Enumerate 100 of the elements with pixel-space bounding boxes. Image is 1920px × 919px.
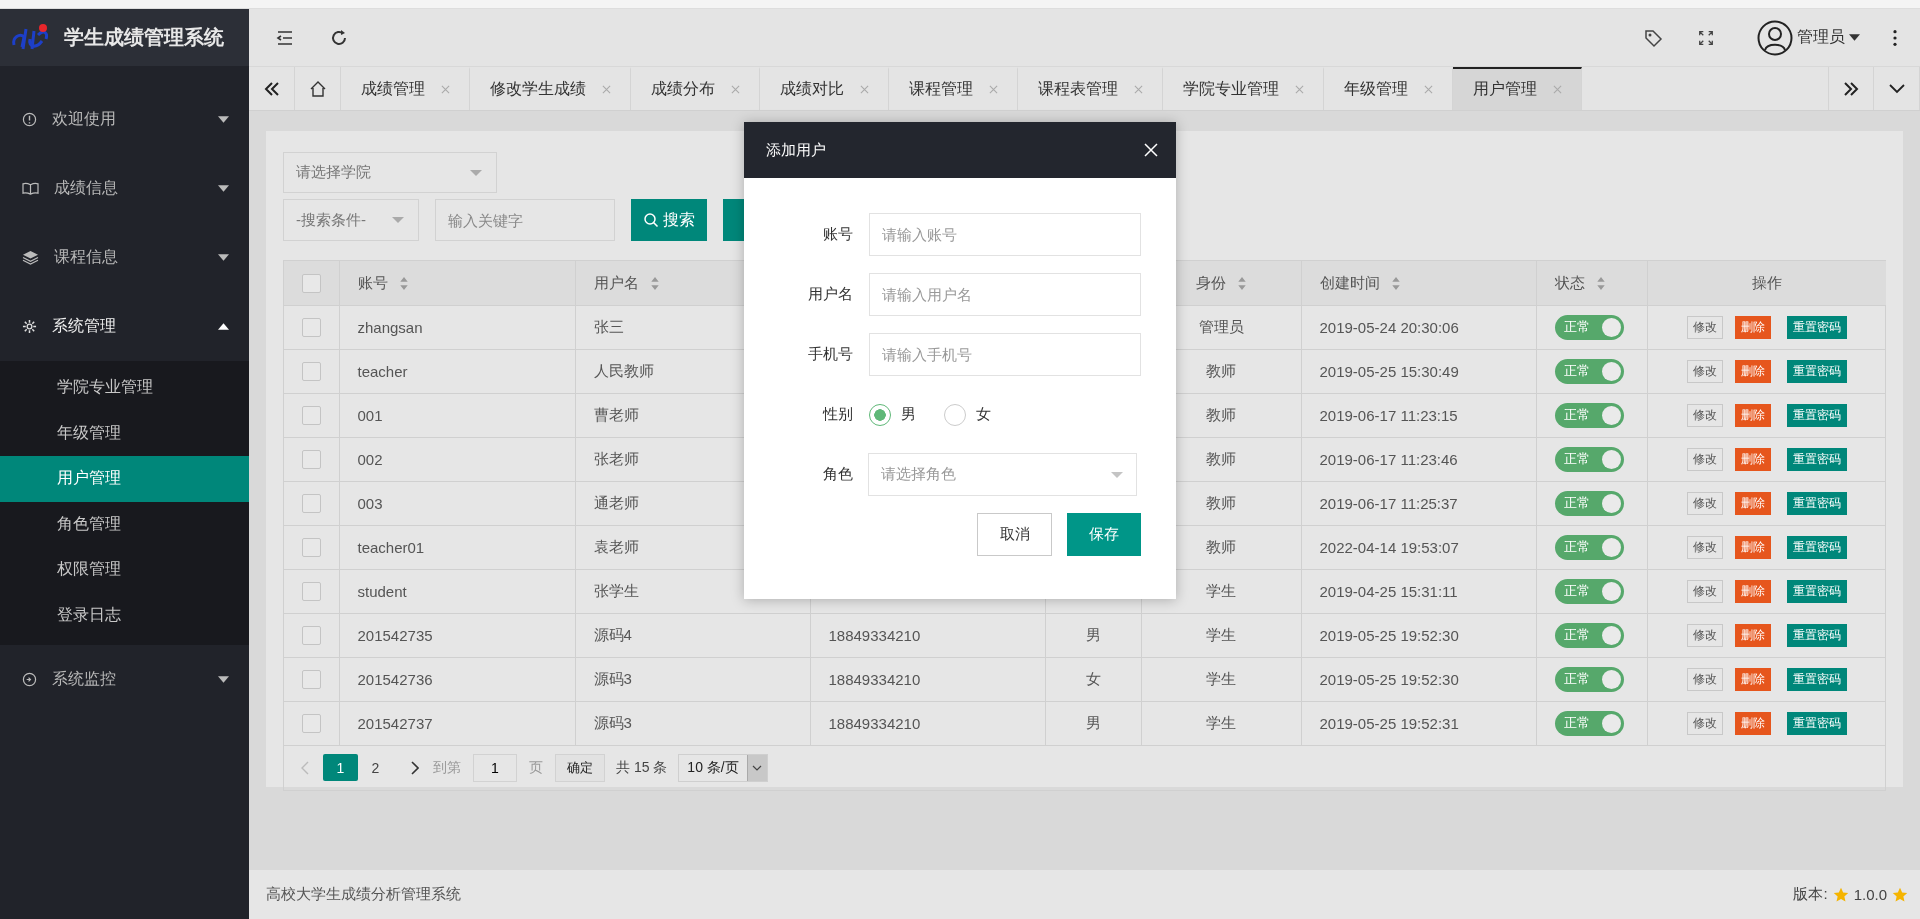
reset-button[interactable]: 重置密码 — [1786, 711, 1847, 735]
cancel-button[interactable]: 取消 — [977, 513, 1052, 556]
checkbox[interactable] — [301, 713, 321, 733]
more-icon[interactable] — [1892, 28, 1898, 47]
submenu-item[interactable]: 年级管理 — [0, 410, 249, 456]
column-header[interactable]: 身份 — [1196, 273, 1226, 291]
field-label: 性别 — [821, 405, 854, 424]
menu-item[interactable]: 系统管理 — [0, 292, 249, 361]
fullscreen-icon[interactable] — [1697, 28, 1715, 47]
page-field[interactable]: 1 — [473, 753, 517, 782]
input-field[interactable]: 请输入用户名 — [869, 273, 1141, 316]
submenu-item[interactable]: 用户管理 — [0, 456, 249, 502]
delete-button[interactable]: 删除 — [1734, 623, 1771, 647]
menu-item[interactable]: 课程信息 — [0, 223, 249, 292]
reset-button[interactable]: 重置密码 — [1786, 447, 1847, 471]
checkbox[interactable] — [301, 669, 321, 689]
delete-button[interactable]: 删除 — [1734, 535, 1771, 559]
edit-button[interactable]: 修改 — [1686, 447, 1723, 471]
save-button[interactable]: 保存 — [1067, 513, 1141, 556]
sort-icon[interactable] — [1238, 276, 1246, 290]
page-size-select[interactable]: 10 条/页 — [678, 753, 768, 782]
edit-button[interactable]: 修改 — [1686, 535, 1723, 559]
submenu-item[interactable]: 学院专业管理 — [0, 365, 249, 411]
radio-option[interactable]: 女 — [944, 403, 991, 426]
edit-button[interactable]: 修改 — [1686, 403, 1723, 427]
reset-button[interactable]: 重置密码 — [1786, 667, 1847, 691]
tab[interactable]: 成绩对比 — [760, 67, 889, 110]
sort-icon[interactable] — [1391, 276, 1400, 290]
column-header[interactable]: 状态 — [1554, 273, 1585, 291]
submenu-item[interactable]: 权限管理 — [0, 547, 249, 593]
submenu-item[interactable]: 登录日志 — [0, 592, 249, 638]
tab[interactable]: 课程管理 — [889, 67, 1018, 110]
condition-select[interactable]: -搜索条件- — [283, 199, 419, 241]
tab[interactable]: 课程表管理 — [1018, 67, 1163, 110]
input-field[interactable]: 请输入账号 — [869, 213, 1141, 256]
delete-button[interactable]: 删除 — [1734, 667, 1771, 691]
menu-item[interactable]: 欢迎使用 — [0, 85, 249, 154]
page-button[interactable]: 2 — [358, 754, 393, 781]
input-field[interactable]: 请输入手机号 — [869, 333, 1141, 376]
reset-button[interactable]: 重置密码 — [1786, 491, 1847, 515]
tab[interactable]: 用户管理 — [1453, 67, 1582, 110]
tab[interactable]: 成绩管理 — [341, 67, 470, 110]
checkbox[interactable] — [301, 405, 321, 425]
column-header[interactable]: 操作 — [1751, 273, 1782, 291]
user-menu[interactable]: 管理员 — [1757, 19, 1860, 56]
tab[interactable]: 成绩分布 — [631, 67, 760, 110]
search-button[interactable]: 搜索 — [631, 199, 707, 241]
page-button[interactable]: 1 — [323, 754, 358, 781]
checkbox[interactable] — [301, 625, 321, 645]
column-header[interactable]: 用户名 — [593, 273, 639, 291]
refresh-icon[interactable] — [329, 27, 349, 48]
menu-item[interactable]: 系统监控 — [0, 645, 249, 714]
column-header[interactable]: 账号 — [357, 273, 388, 291]
sort-icon[interactable] — [650, 276, 659, 290]
sort-icon[interactable] — [1596, 276, 1605, 290]
chevron-left-icon[interactable] — [301, 760, 309, 775]
edit-button[interactable]: 修改 — [1686, 315, 1723, 339]
checkbox[interactable] — [301, 537, 321, 557]
radio-option[interactable]: 男 — [869, 403, 916, 426]
delete-button[interactable]: 删除 — [1734, 359, 1771, 383]
table-cell: teacher — [357, 362, 408, 380]
delete-button[interactable]: 删除 — [1734, 711, 1771, 735]
reset-button[interactable]: 重置密码 — [1786, 623, 1847, 647]
delete-button[interactable]: 删除 — [1734, 491, 1771, 515]
edit-button[interactable]: 修改 — [1686, 359, 1723, 383]
table-cell: 学生 — [1206, 669, 1236, 687]
table-cell: 男 — [1085, 625, 1101, 643]
checkbox[interactable] — [301, 361, 321, 381]
checkbox[interactable] — [301, 449, 321, 469]
delete-button[interactable]: 删除 — [1734, 315, 1771, 339]
menu-item[interactable]: 成绩信息 — [0, 154, 249, 223]
delete-button[interactable]: 删除 — [1734, 403, 1771, 427]
delete-button[interactable]: 删除 — [1734, 447, 1771, 471]
keyword-field[interactable]: 输入关键字 — [435, 199, 615, 241]
edit-button[interactable]: 修改 — [1686, 667, 1723, 691]
reset-button[interactable]: 重置密码 — [1786, 535, 1847, 559]
edit-button[interactable]: 修改 — [1686, 579, 1723, 603]
edit-button[interactable]: 修改 — [1686, 491, 1723, 515]
reset-button[interactable]: 重置密码 — [1786, 579, 1847, 603]
chevron-right-icon[interactable] — [411, 760, 419, 775]
tab[interactable]: 学院专业管理 — [1163, 67, 1324, 110]
reset-button[interactable]: 重置密码 — [1786, 359, 1847, 383]
tag-icon[interactable] — [1643, 27, 1663, 48]
tab[interactable]: 修改学生成绩 — [470, 67, 631, 110]
submenu-item[interactable]: 角色管理 — [0, 501, 249, 547]
role-select[interactable]: 请选择角色 — [868, 453, 1137, 496]
college-select[interactable]: 请选择学院 — [283, 152, 497, 193]
checkbox[interactable] — [301, 493, 321, 513]
confirm-button[interactable]: 确定 — [555, 753, 605, 782]
checkbox[interactable] — [301, 273, 321, 293]
checkbox[interactable] — [301, 581, 321, 601]
column-header[interactable]: 创建时间 — [1319, 273, 1380, 291]
sort-icon[interactable] — [399, 276, 408, 290]
scroll-right-button[interactable] — [1828, 67, 1874, 110]
edit-button[interactable]: 修改 — [1686, 623, 1723, 647]
reset-button[interactable]: 重置密码 — [1786, 403, 1847, 427]
checkbox[interactable] — [301, 317, 321, 337]
edit-button[interactable]: 修改 — [1686, 711, 1723, 735]
reset-button[interactable]: 重置密码 — [1786, 315, 1847, 339]
delete-button[interactable]: 删除 — [1734, 579, 1771, 603]
